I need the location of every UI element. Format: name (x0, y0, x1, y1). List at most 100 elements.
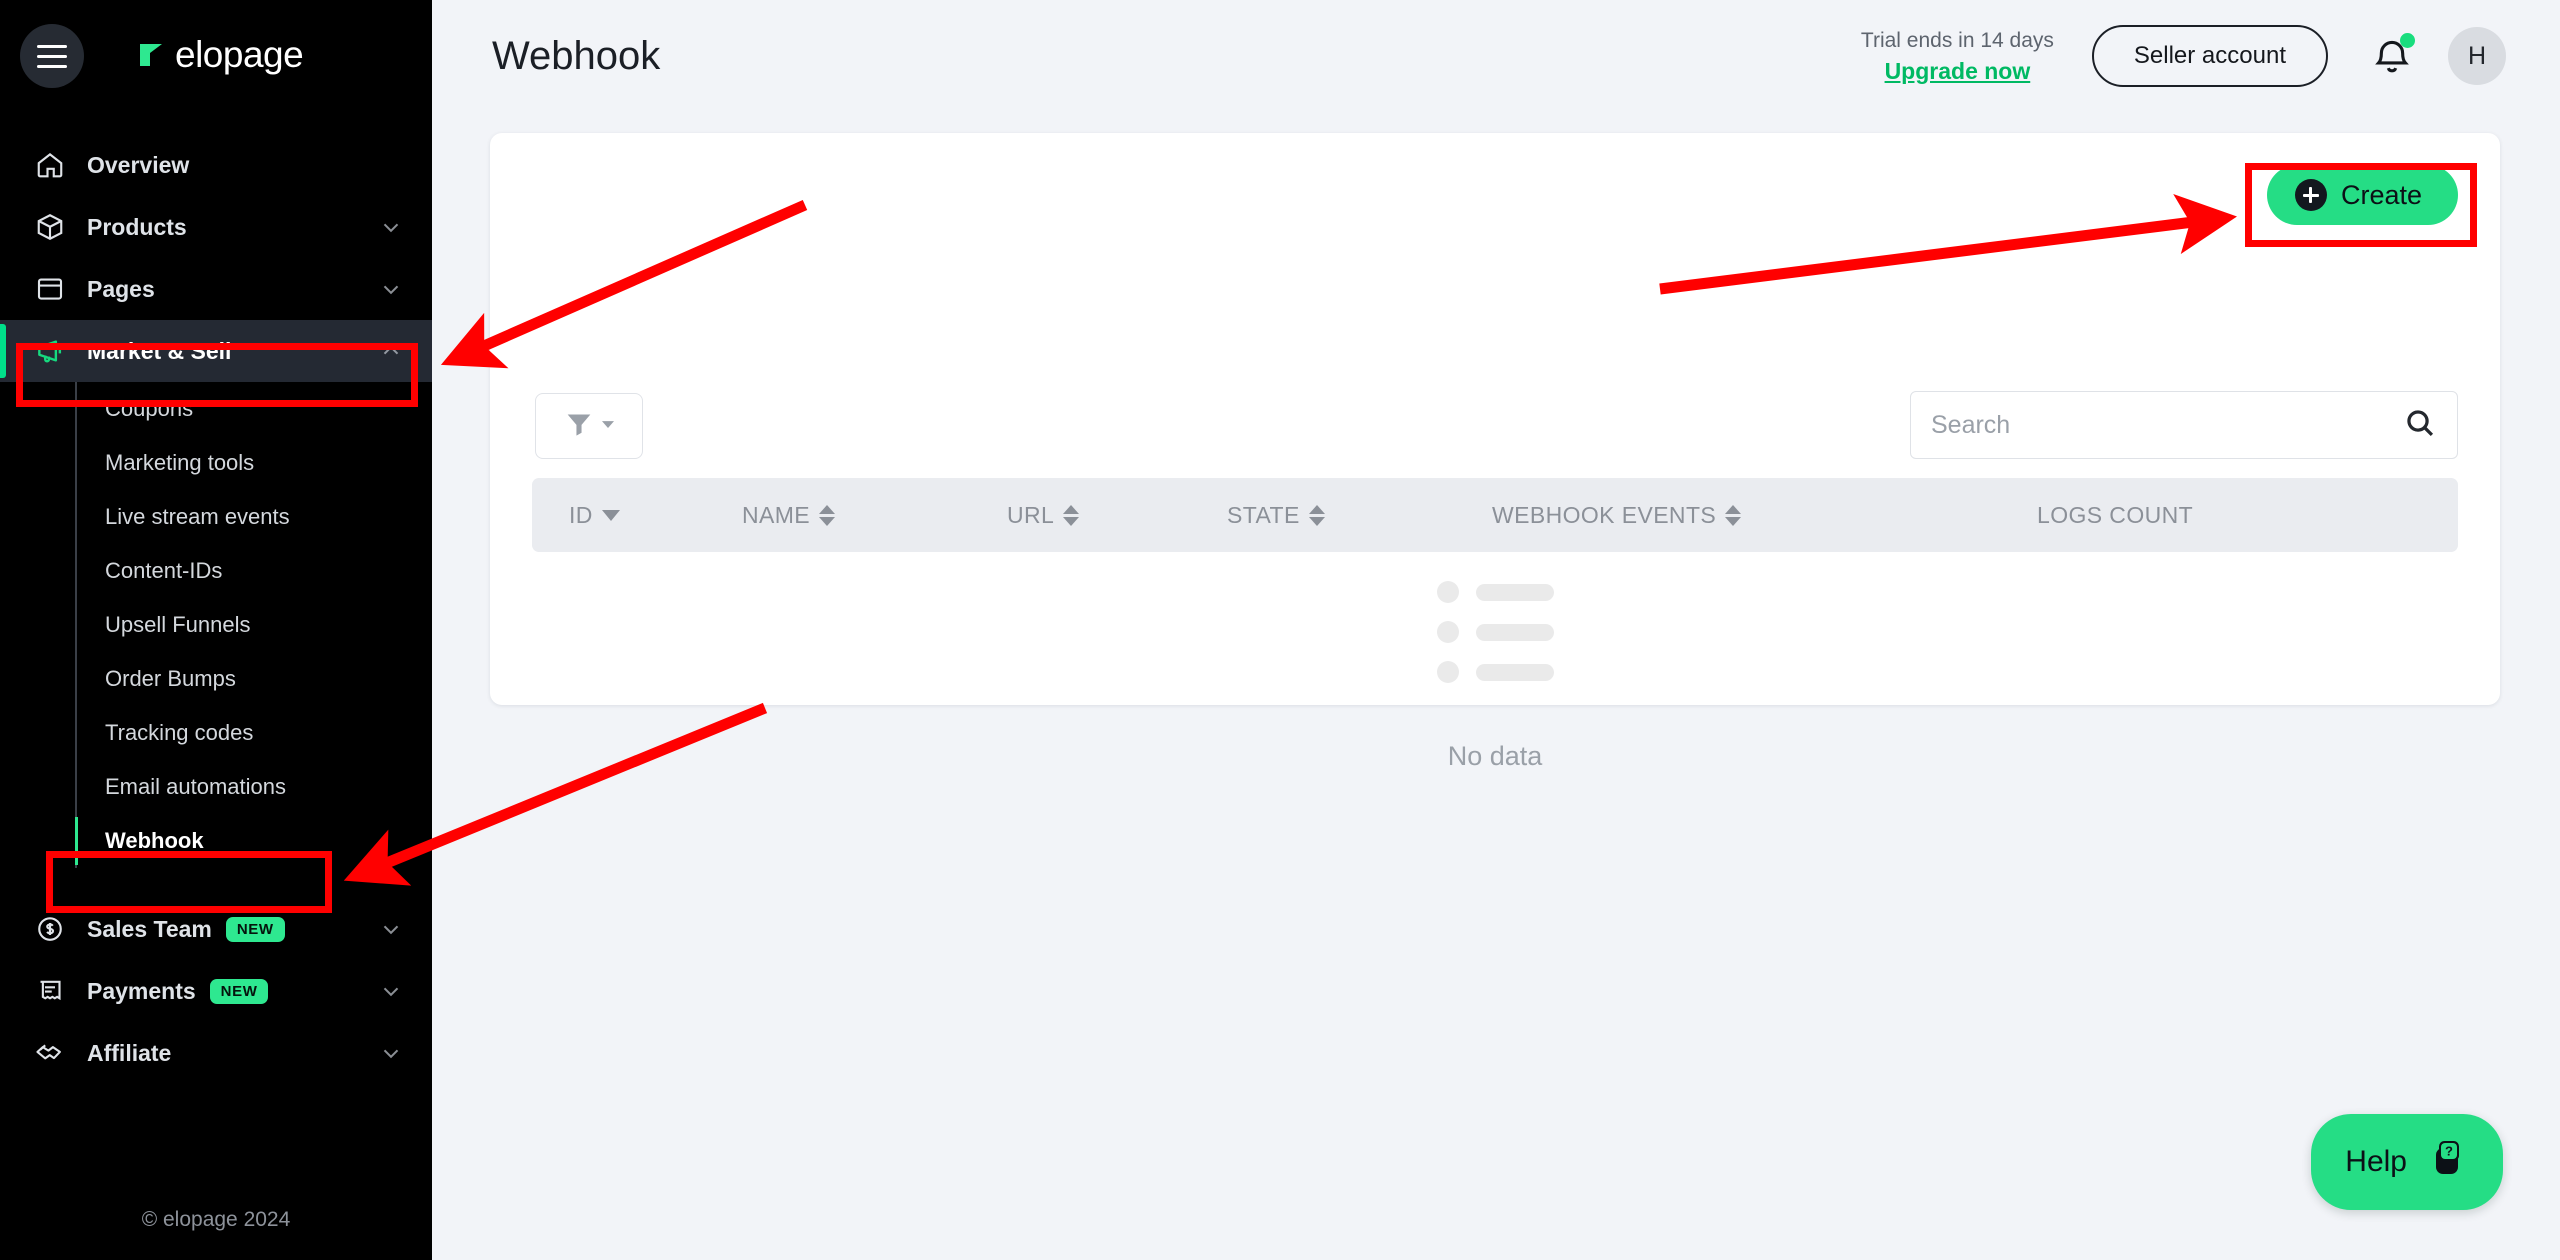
chevron-down-icon[interactable] (378, 214, 404, 240)
sidebar-subitem-webhook[interactable]: Webhook (0, 814, 432, 868)
placeholder-row (1436, 621, 1554, 643)
placeholder-bar (1475, 583, 1554, 601)
placeholder-dot (1436, 581, 1459, 603)
sidebar-subitem-label: Coupons (105, 396, 194, 421)
sidebar-subitem-email-automations[interactable]: Email automations (0, 760, 432, 814)
sidebar-subitem-live-stream-events[interactable]: Live stream events (0, 490, 432, 544)
window-icon (33, 272, 67, 306)
filter-button[interactable] (535, 393, 643, 459)
sidebar-item-overview[interactable]: Overview (0, 134, 432, 196)
sidebar-subitem-label: Webhook (105, 828, 204, 853)
chevron-down-icon[interactable] (378, 916, 404, 942)
no-data-text: No data (1447, 741, 1543, 771)
page-title: Webhook (492, 33, 661, 78)
megaphone-icon (33, 334, 67, 368)
column-header-label: ID (569, 501, 593, 528)
sidebar-item-payments[interactable]: Payments NEW (0, 960, 432, 1022)
sidebar-item-label: Payments (87, 977, 196, 1004)
receipt-icon (33, 974, 67, 1008)
sidebar-subitem-upsell-funnels[interactable]: Upsell Funnels (0, 598, 432, 652)
chevron-down-icon[interactable] (378, 1040, 404, 1066)
header-actions: Trial ends in 14 days Upgrade now Seller… (1861, 25, 2560, 87)
status-badge-new: NEW (225, 916, 285, 942)
sidebar-subitem-label: Tracking codes (105, 720, 254, 745)
sidebar-item-label: Sales Team (87, 915, 212, 942)
chevron-down-icon[interactable] (378, 978, 404, 1004)
sidebar-item-pages[interactable]: Pages (0, 258, 432, 320)
webhook-table-card: Create Search ID NAME URL STATE WEBHOOK … (490, 133, 2500, 771)
column-header-state[interactable]: STATE (1227, 502, 1492, 529)
sort-toggle-icon (1308, 504, 1325, 526)
sidebar-submenu-market-and-sell: Coupons Marketing tools Live stream even… (0, 382, 432, 868)
sidebar-item-label: Affiliate (87, 1039, 172, 1066)
sidebar-subitem-marketing-tools[interactable]: Marketing tools (0, 436, 432, 490)
sort-toggle-icon (1725, 504, 1742, 526)
placeholder-row (1436, 661, 1554, 683)
seller-account-button[interactable]: Seller account (2091, 25, 2328, 87)
sidebar-header: elopage (0, 0, 432, 112)
home-icon (33, 148, 67, 182)
search-input[interactable] (1931, 410, 2403, 440)
trial-text: Trial ends in 14 days (1860, 29, 2054, 53)
placeholder-dot (1436, 621, 1459, 643)
sidebar-item-sales-team[interactable]: Sales Team NEW (0, 898, 432, 960)
chevron-down-icon[interactable] (378, 276, 404, 302)
sidebar-subitem-order-bumps[interactable]: Order Bumps (0, 652, 432, 706)
sidebar: elopage Overview Products Pages Market &… (0, 0, 432, 1260)
column-header-label: NAME (742, 501, 811, 528)
sidebar-subitem-coupons[interactable]: Coupons (0, 382, 432, 436)
sidebar-subitem-content-ids[interactable]: Content-IDs (0, 544, 432, 598)
sidebar-item-affiliate[interactable]: Affiliate (0, 1022, 432, 1084)
hamburger-menu-icon[interactable] (20, 24, 84, 88)
create-button[interactable]: Create (2266, 165, 2458, 225)
column-header-webhook-events[interactable]: WEBHOOK EVENTS (1492, 502, 2037, 529)
notifications-button[interactable] (2370, 33, 2415, 78)
status-badge-new: NEW (209, 978, 269, 1004)
upgrade-now-link[interactable]: Upgrade now (1885, 58, 2031, 85)
dollar-circle-icon (33, 912, 67, 946)
table-empty-state: No data (490, 581, 2500, 772)
sidebar-subitem-label: Live stream events (105, 504, 290, 529)
sidebar-item-label: Market & Sell (87, 337, 232, 364)
funnel-icon (562, 407, 596, 446)
sidebar-subitem-tracking-codes[interactable]: Tracking codes (0, 706, 432, 760)
magnifier-icon[interactable] (2403, 406, 2437, 445)
sidebar-item-label: Pages (87, 275, 155, 302)
placeholder-dot (1436, 661, 1459, 683)
column-header-label: STATE (1227, 501, 1300, 528)
bell-icon (2370, 40, 2414, 82)
chevron-up-icon[interactable] (378, 338, 404, 364)
column-header-name[interactable]: NAME (742, 502, 1007, 529)
sort-toggle-icon (1063, 504, 1080, 526)
column-header-url[interactable]: URL (1007, 502, 1227, 529)
search-box[interactable] (1910, 391, 2458, 459)
placeholder-bar (1475, 623, 1554, 641)
elopage-logo-mark (138, 42, 164, 68)
sidebar-subitem-label: Upsell Funnels (105, 612, 251, 637)
elopage-logo-text: elopage (175, 34, 304, 75)
notification-dot (2400, 33, 2415, 48)
elopage-logo[interactable]: elopage (138, 34, 304, 76)
sidebar-item-products[interactable]: Products (0, 196, 432, 258)
placeholder-row (1436, 581, 1554, 603)
sidebar-item-label: Products (87, 213, 187, 240)
handshake-icon (33, 1036, 67, 1070)
placeholder-bar (1475, 663, 1554, 681)
table-header-row: ID NAME URL STATE WEBHOOK EVENTS LOGS CO… (532, 478, 2458, 552)
help-button-label: Help (2345, 1145, 2407, 1178)
sidebar-item-market-and-sell[interactable]: Market & Sell (0, 320, 432, 382)
svg-text:?: ? (2445, 1144, 2453, 1159)
avatar[interactable]: H (2448, 27, 2506, 85)
column-header-label: WEBHOOK EVENTS (1492, 501, 1717, 528)
help-button[interactable]: Help ? (2311, 1114, 2503, 1210)
chat-question-icon: ? (2425, 1136, 2469, 1188)
sidebar-footer-copyright: © elopage 2024 (141, 1208, 291, 1231)
sidebar-subitem-label: Marketing tools (105, 450, 255, 475)
column-header-id[interactable]: ID (532, 502, 742, 529)
sort-toggle-icon (819, 504, 836, 526)
sort-descending-icon (601, 509, 620, 521)
trial-status: Trial ends in 14 days Upgrade now (1861, 27, 2054, 84)
sidebar-subitem-label: Content-IDs (105, 558, 223, 583)
sidebar-subitem-label: Order Bumps (105, 666, 236, 691)
sidebar-item-label: Overview (87, 151, 190, 178)
